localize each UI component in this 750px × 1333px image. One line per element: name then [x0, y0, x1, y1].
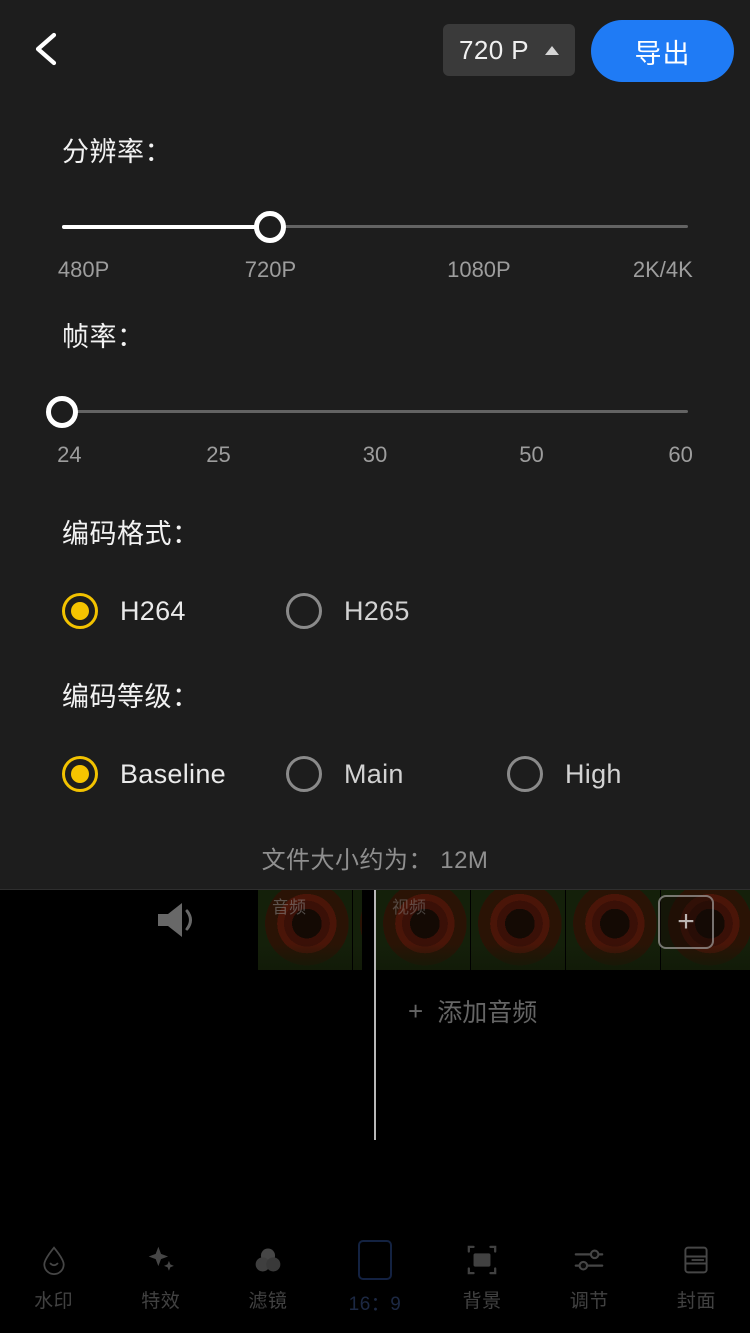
- resolution-slider[interactable]: [62, 197, 688, 257]
- tick-label: 24: [57, 442, 82, 467]
- slider-thumb[interactable]: [254, 211, 287, 243]
- framerate-ticks: 24 25 30 50 60: [57, 442, 693, 474]
- resolution-section: 分辨率： 480P 720P 1080P 2K/4K: [0, 130, 750, 289]
- cover-layout-icon: [679, 1243, 713, 1277]
- toolbar-item-effects[interactable]: 特效: [107, 1243, 214, 1313]
- radio-option-h265[interactable]: H265: [286, 583, 410, 639]
- clip-label-primary: 音频: [272, 898, 306, 917]
- radio-option-h264[interactable]: H264: [62, 583, 186, 639]
- plus-icon: +: [408, 996, 424, 1026]
- radio-label: Main: [344, 758, 404, 789]
- radio-option-main[interactable]: Main: [286, 746, 404, 802]
- caret-up-icon: [545, 45, 559, 55]
- radio-label: High: [565, 758, 622, 789]
- add-audio-button[interactable]: + 添加音频: [408, 993, 537, 1029]
- export-button-label: 导出: [634, 38, 691, 69]
- radio-label: Baseline: [120, 758, 226, 789]
- water-drop-icon: [37, 1243, 71, 1277]
- encode-format-section: 编码格式： H264 H265: [0, 512, 750, 639]
- toolbar-item-label: 水印: [34, 1291, 74, 1312]
- clip-thumbnail[interactable]: [566, 890, 661, 970]
- export-settings-panel: 720 P 导出 分辨率： 480P 720P 1080P 2K/4K 帧率： …: [0, 0, 750, 890]
- filter-circles-icon: [251, 1243, 285, 1277]
- toolbar-item-label: 封面: [676, 1291, 716, 1312]
- clip-thumbnail[interactable]: [471, 890, 566, 970]
- slider-track-fill: [62, 225, 271, 229]
- encode-format-options: H264 H265: [62, 583, 750, 639]
- tick-label: 60: [668, 442, 693, 467]
- tick-label: 720P: [244, 257, 297, 282]
- toolbar-item-background[interactable]: 背景: [429, 1243, 536, 1313]
- toolbar-item-filter[interactable]: 滤镜: [214, 1243, 321, 1313]
- framerate-title: 帧率：: [62, 322, 145, 352]
- toolbar-item-label: 背景: [462, 1291, 502, 1312]
- add-audio-label: 添加音频: [437, 999, 538, 1027]
- tick-label: 30: [362, 442, 388, 467]
- encode-level-options: Baseline Main High: [62, 746, 750, 802]
- toolbar-item-adjust[interactable]: 调节: [536, 1243, 643, 1313]
- playhead: [374, 890, 376, 1140]
- resolution-dropdown[interactable]: 720 P: [443, 24, 575, 76]
- slider-thumb[interactable]: [46, 396, 78, 428]
- radio-option-high[interactable]: High: [507, 746, 622, 802]
- radio-indicator-selected: [62, 756, 98, 792]
- tick-label: 25: [206, 442, 231, 467]
- add-clip-button[interactable]: +: [658, 895, 714, 949]
- toolbar-item-label: 16：9: [348, 1294, 402, 1315]
- encode-format-title: 编码格式：: [62, 519, 200, 549]
- aspect-ratio-icon: [357, 1240, 392, 1280]
- export-button[interactable]: 导出: [591, 20, 734, 82]
- tick-label: 2K/4K: [632, 257, 693, 282]
- timeline[interactable]: [0, 890, 750, 1230]
- tick-label: 1080P: [447, 257, 511, 282]
- radio-option-baseline[interactable]: Baseline: [62, 746, 226, 802]
- radio-label: H264: [120, 595, 186, 626]
- sliders-icon: [572, 1243, 606, 1277]
- resolution-ticks: 480P 720P 1080P 2K/4K: [58, 257, 693, 289]
- chevron-left-icon: [35, 32, 57, 66]
- file-size-estimate: 文件大小约为： 12M: [261, 847, 489, 874]
- framerate-section: 帧率： 24 25 30 50 60: [0, 315, 750, 474]
- encode-level-title: 编码等级：: [62, 682, 200, 712]
- toolbar-item-label: 调节: [569, 1291, 609, 1312]
- tick-label: 50: [519, 442, 544, 467]
- radio-indicator: [507, 756, 543, 792]
- encode-level-section: 编码等级： Baseline Main High: [0, 675, 750, 802]
- radio-indicator: [286, 593, 322, 629]
- toolbar-item-cover[interactable]: 封面: [643, 1243, 750, 1313]
- clip-thumbnail[interactable]: [353, 890, 362, 970]
- speaker-icon[interactable]: [152, 898, 200, 942]
- plus-icon: +: [677, 905, 695, 938]
- resolution-dropdown-value: 720 P: [459, 34, 529, 65]
- toolbar-item-watermark[interactable]: 水印: [0, 1243, 107, 1313]
- toolbar-item-label: 特效: [141, 1291, 181, 1312]
- toolbar-item-aspect-ratio[interactable]: 16：9: [321, 1240, 428, 1316]
- radio-indicator: [286, 756, 322, 792]
- app-screen: 音频 视频 + + 添加音频 水印 特效 滤镜 16：9 背景 调节 封面 72…: [0, 0, 750, 1333]
- tick-label: 480P: [57, 257, 110, 282]
- framerate-slider[interactable]: [46, 382, 688, 442]
- resolution-title: 分辨率：: [62, 137, 172, 167]
- bottom-toolbar[interactable]: 水印 特效 滤镜 16：9 背景 调节 封面: [0, 1223, 750, 1333]
- toolbar-item-label: 滤镜: [248, 1291, 288, 1312]
- back-button[interactable]: [18, 20, 76, 78]
- radio-indicator-selected: [62, 593, 98, 629]
- panel-header: 720 P 导出: [0, 0, 750, 100]
- slider-track: [62, 410, 688, 413]
- sparkle-icon: [144, 1243, 178, 1277]
- radio-label: H265: [344, 595, 410, 626]
- background-frame-icon: [465, 1243, 499, 1277]
- clip-label-secondary: 视频: [392, 898, 426, 917]
